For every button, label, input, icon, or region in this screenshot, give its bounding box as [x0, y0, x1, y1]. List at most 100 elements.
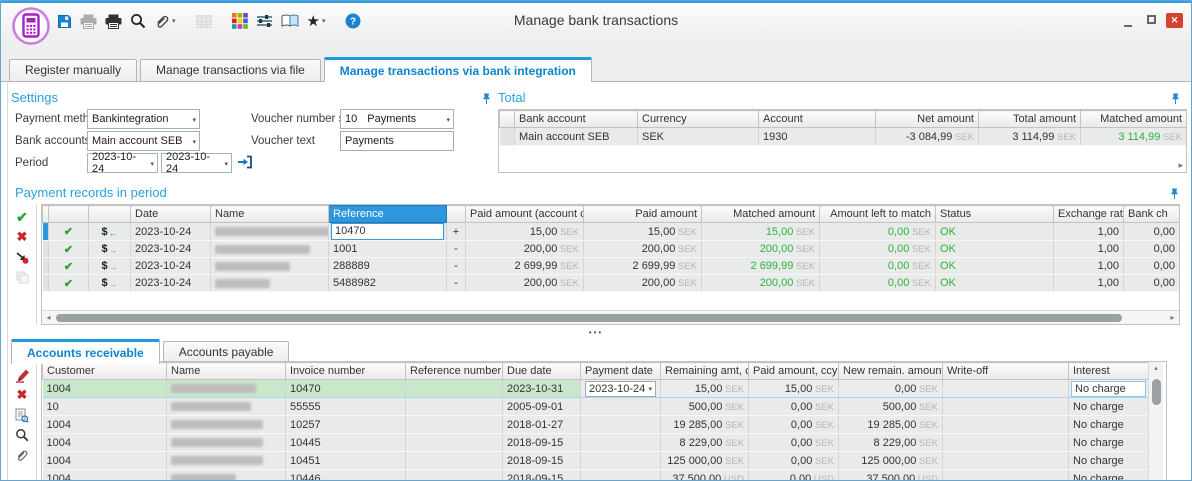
pin-icon[interactable]: [1171, 92, 1180, 110]
date-cell[interactable]: 2023-10-24: [131, 241, 211, 258]
name-cell[interactable]: [167, 470, 286, 481]
reference-editor[interactable]: 10470: [331, 223, 444, 240]
paid-amount-cell[interactable]: 0,00 SEK: [749, 398, 839, 416]
matched-amount-cell[interactable]: 2 699,99 SEK: [702, 258, 820, 275]
app-logo-calculator-icon[interactable]: [11, 5, 51, 45]
name-cell[interactable]: [211, 223, 329, 241]
reports-book-icon[interactable]: [281, 11, 299, 31]
interest-cell[interactable]: No charge: [1069, 398, 1149, 416]
due-date-cell[interactable]: 2018-01-27: [503, 416, 581, 434]
account-cell[interactable]: 1930: [759, 128, 876, 146]
new-remaining-amount-cell[interactable]: 500,00 SEK: [839, 398, 943, 416]
save-icon[interactable]: [57, 11, 72, 31]
name-cell[interactable]: [167, 398, 286, 416]
name-cell[interactable]: [167, 452, 286, 470]
new-remaining-amount-cell[interactable]: 0,00 SEK: [839, 380, 943, 398]
column-header-bank-charge[interactable]: Bank ch: [1124, 206, 1180, 223]
reference-number-cell[interactable]: [406, 416, 503, 434]
paid-amount-cell[interactable]: 200,00 SEK: [584, 275, 702, 292]
column-header-name[interactable]: Name: [167, 363, 286, 380]
exchange-rate-cell[interactable]: 1,00: [1054, 258, 1124, 275]
remaining-amount-cell[interactable]: 500,00 SEK: [661, 398, 749, 416]
customer-cell[interactable]: 1004: [43, 416, 167, 434]
attachments-icon[interactable]: ▾: [154, 11, 176, 31]
remaining-amount-cell[interactable]: 125 000,00 SEK: [661, 452, 749, 470]
customer-cell[interactable]: 1004: [43, 380, 167, 398]
search-icon[interactable]: [10, 425, 34, 445]
reference-cell[interactable]: 10470: [329, 223, 447, 241]
write-off-cell[interactable]: [943, 470, 1069, 481]
interest-cell[interactable]: No charge: [1069, 380, 1149, 398]
horizontal-scrollbar[interactable]: ◂ ▸: [42, 310, 1179, 324]
bank-charge-cell[interactable]: 0,00: [1124, 241, 1180, 258]
customer-cell[interactable]: 10: [43, 398, 167, 416]
matched-amount-cell[interactable]: 200,00 SEK: [702, 275, 820, 292]
scrollbar-thumb[interactable]: [1152, 379, 1161, 405]
minimize-button[interactable]: [1120, 11, 1136, 29]
remaining-amount-cell[interactable]: 19 285,00 SEK: [661, 416, 749, 434]
status-cell[interactable]: OK: [936, 258, 1054, 275]
column-header-amount-left[interactable]: Amount left to match: [820, 206, 936, 223]
payment-date-dropdown[interactable]: 2023-10-24▾: [585, 381, 656, 397]
total-amount-cell[interactable]: 3 114,99 SEK: [979, 128, 1081, 146]
interest-editor[interactable]: No charge: [1071, 381, 1146, 397]
paid-amount-account-cell[interactable]: 200,00 SEK: [466, 241, 584, 258]
due-date-cell[interactable]: 2018-09-15: [503, 434, 581, 452]
column-header-matched-amount[interactable]: Matched amount: [702, 206, 820, 223]
scroll-up-icon[interactable]: ▴: [1149, 362, 1163, 375]
bank-charge-cell[interactable]: 0,00: [1124, 275, 1180, 292]
column-header-name[interactable]: Name: [211, 206, 329, 223]
invoice-number-cell[interactable]: 10451: [286, 452, 406, 470]
paid-amount-cell[interactable]: 0,00 SEK: [749, 452, 839, 470]
bank-accounts-select[interactable]: Main account SEB▾: [87, 131, 200, 151]
voucher-number-series-select[interactable]: 10Payments▾: [340, 109, 454, 129]
customer-cell[interactable]: 1004: [43, 434, 167, 452]
customer-cell[interactable]: 1004: [43, 470, 167, 481]
write-off-cell[interactable]: [943, 416, 1069, 434]
tab-accounts-receivable[interactable]: Accounts receivable: [11, 339, 160, 364]
write-off-cell[interactable]: [943, 434, 1069, 452]
column-header-reference-number[interactable]: Reference number: [406, 363, 503, 380]
paid-amount-cell[interactable]: 2 699,99 SEK: [584, 258, 702, 275]
due-date-cell[interactable]: 2018-09-15: [503, 452, 581, 470]
splitter-handle[interactable]: •••: [1, 329, 1191, 338]
due-date-cell[interactable]: 2023-10-31: [503, 380, 581, 398]
name-cell[interactable]: [211, 275, 329, 292]
new-remaining-amount-cell[interactable]: 19 285,00 SEK: [839, 416, 943, 434]
interest-cell[interactable]: No charge: [1069, 434, 1149, 452]
reference-number-cell[interactable]: [406, 452, 503, 470]
currency-cell[interactable]: SEK: [638, 128, 759, 146]
column-header-paid-amount[interactable]: Paid amount, ccy: [749, 363, 839, 380]
matched-amount-cell[interactable]: 200,00 SEK: [702, 241, 820, 258]
paid-amount-account-cell[interactable]: 2 699,99 SEK: [466, 258, 584, 275]
invoice-number-cell[interactable]: 10445: [286, 434, 406, 452]
status-cell[interactable]: OK: [936, 241, 1054, 258]
data-grid-icon[interactable]: [196, 11, 212, 31]
row-selector[interactable]: [500, 128, 515, 146]
column-header-payment-date[interactable]: Payment date: [581, 363, 661, 380]
interest-cell[interactable]: No charge: [1069, 416, 1149, 434]
copy-icon[interactable]: [10, 267, 34, 287]
expander-cell[interactable]: -: [447, 258, 466, 275]
amount-left-cell[interactable]: 0,00 SEK: [820, 241, 936, 258]
period-from-select[interactable]: 2023-10-24▾: [87, 153, 158, 173]
view-document-icon[interactable]: [10, 405, 34, 425]
paid-amount-cell[interactable]: 15,00 SEK: [584, 223, 702, 241]
column-header-customer[interactable]: Customer: [43, 363, 167, 380]
column-header-remaining-amount[interactable]: Remaining amt, ccy: [661, 363, 749, 380]
tab-register-manually[interactable]: Register manually: [9, 59, 137, 81]
write-off-cell[interactable]: [943, 452, 1069, 470]
exchange-rate-cell[interactable]: 1,00: [1054, 275, 1124, 292]
column-header-net-amount[interactable]: Net amount: [876, 111, 979, 128]
column-header-expander[interactable]: [447, 206, 466, 223]
invoice-number-cell[interactable]: 10470: [286, 380, 406, 398]
column-header-new-remaining-amount[interactable]: New remain. amount, ccy: [839, 363, 943, 380]
scroll-right-icon[interactable]: ▸: [1178, 161, 1183, 170]
payment-date-cell[interactable]: [581, 452, 661, 470]
expander-cell[interactable]: -: [447, 275, 466, 292]
customer-cell[interactable]: 1004: [43, 452, 167, 470]
date-cell[interactable]: 2023-10-24: [131, 258, 211, 275]
load-period-icon[interactable]: [237, 154, 253, 175]
reference-cell[interactable]: 288889: [329, 258, 447, 275]
exchange-rate-cell[interactable]: 1,00: [1054, 241, 1124, 258]
